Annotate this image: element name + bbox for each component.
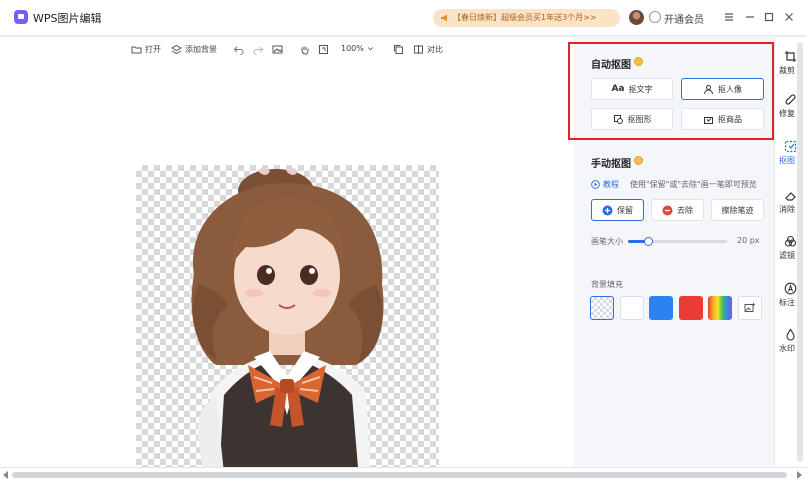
fit-screen-icon[interactable] [318, 44, 329, 55]
annotate-icon [784, 282, 797, 295]
scroll-right-icon[interactable] [797, 471, 802, 479]
horizontal-scrollbar[interactable] [0, 467, 807, 482]
bandage-icon [785, 94, 796, 105]
tutorial-label: 教程 [603, 180, 619, 189]
undo-icon[interactable] [233, 44, 244, 55]
swatch-red[interactable] [679, 296, 703, 320]
rail-item-label: 水印 [779, 344, 795, 353]
hand-icon[interactable] [299, 44, 310, 55]
cutout-icon [784, 140, 797, 153]
add-background-button[interactable]: 添加背景 [171, 44, 217, 55]
menu-icon[interactable] [722, 10, 736, 24]
zoom-value: 100% [341, 44, 364, 53]
close-icon[interactable] [782, 10, 796, 24]
swatch-white[interactable] [620, 296, 644, 320]
manual-hint-text: 使用"保留"或"去除"画一笔即可预览 [630, 180, 757, 189]
user-avatar[interactable] [629, 10, 644, 25]
rail-scrollbar[interactable] [797, 42, 803, 462]
bg-fill-title: 背景填充 [591, 280, 623, 289]
title-bar: WPS图片编辑 【春日焕新】超级会员买1年送3个月>> 开通会员 [0, 0, 807, 36]
image-plus-icon [744, 303, 755, 312]
scroll-left-icon[interactable] [3, 471, 8, 479]
erase-strokes-button[interactable]: 擦除笔迹 [711, 199, 764, 221]
rail-item-label: 滤镜 [779, 251, 795, 260]
erase-strokes-label: 擦除笔迹 [721, 205, 754, 215]
brush-size-label: 画笔大小 [591, 237, 623, 246]
rail-item-label: 消除 [779, 205, 795, 214]
highlight-annotation-box [568, 42, 774, 140]
open-label: 打开 [145, 45, 161, 54]
image-canvas[interactable] [136, 165, 439, 482]
rail-item-label: 抠图 [779, 156, 795, 165]
brush-size-handle[interactable] [643, 237, 653, 246]
maximize-icon[interactable] [762, 10, 776, 24]
zoom-dropdown[interactable]: 100% [341, 44, 374, 53]
compare-icon [414, 45, 423, 54]
image-icon[interactable] [272, 44, 283, 55]
rail-item-label: 裁剪 [779, 66, 795, 75]
toolbar: 打开 添加背景 100% 对比 [0, 37, 574, 65]
droplet-icon [786, 328, 795, 341]
redo-icon[interactable] [253, 44, 264, 55]
megaphone-icon [441, 14, 447, 22]
rail-item-label: 修复 [779, 109, 795, 118]
canvas-area[interactable] [0, 37, 574, 482]
open-button[interactable]: 打开 [131, 44, 161, 55]
chevron-down-icon [367, 47, 373, 51]
minimize-icon[interactable] [743, 10, 757, 24]
app-title: WPS图片编辑 [33, 12, 102, 25]
layers-icon [171, 44, 182, 55]
filter-circles-icon [784, 235, 797, 247]
horizontal-scroll-thumb[interactable] [12, 472, 787, 478]
rail-item-label: 标注 [779, 298, 795, 307]
add-background-label: 添加背景 [185, 45, 217, 54]
brush-size-value: 20 px [737, 236, 760, 245]
play-icon [591, 180, 600, 189]
keep-button[interactable]: 保留 [591, 199, 644, 221]
manual-cutout-title: 手动抠图 [591, 159, 631, 170]
custom-bg-image-button[interactable] [738, 296, 762, 320]
remove-label: 去除 [677, 205, 693, 215]
folder-icon [131, 46, 142, 54]
plus-circle-icon [602, 205, 613, 215]
compare-label: 对比 [427, 45, 443, 54]
tutorial-link[interactable]: 教程 [591, 179, 619, 190]
coin-icon [634, 156, 643, 165]
keep-label: 保留 [617, 205, 633, 215]
compare-button[interactable]: 对比 [413, 44, 443, 55]
remove-button[interactable]: 去除 [651, 199, 704, 221]
crop-icon [785, 51, 796, 62]
vip-badge-icon[interactable] [649, 11, 661, 23]
minus-circle-icon [662, 205, 673, 215]
promo-text: 【春日焕新】超级会员买1年送3个月>> [453, 13, 597, 22]
swatch-transparent[interactable] [590, 296, 614, 320]
app-logo-icon [14, 10, 28, 24]
open-vip-link[interactable]: 开通会员 [664, 11, 704, 26]
eraser-icon [785, 192, 796, 201]
copy-icon[interactable] [393, 44, 404, 55]
swatch-blue[interactable] [649, 296, 673, 320]
brush-size-slider[interactable] [628, 237, 727, 246]
portrait-image [191, 168, 384, 482]
swatch-gradient[interactable] [708, 296, 732, 320]
promo-banner[interactable]: 【春日焕新】超级会员买1年送3个月>> [433, 9, 620, 27]
